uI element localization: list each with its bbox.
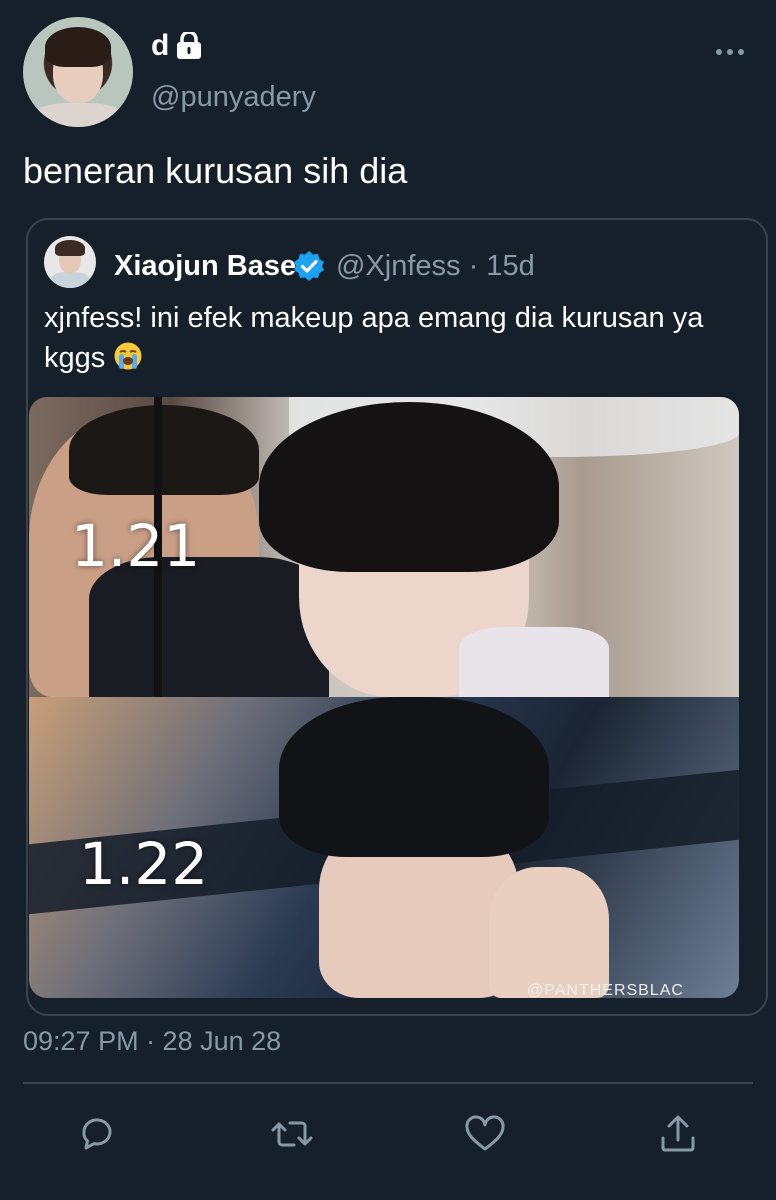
quoted-display-name[interactable]: Xiaojun Base [114,250,296,282]
author-handle[interactable]: @punyadery [151,80,316,114]
quoted-avatar-body [50,272,90,288]
divider [23,1082,753,1084]
share-icon[interactable] [656,1112,700,1156]
photo-subject-top-collar [459,627,609,697]
quoted-avatar-hair [55,240,85,256]
photo-label-bottom: 1.22 [79,830,209,898]
like-icon[interactable] [463,1112,507,1156]
photo-watermark: @PANTHERSBLAC [527,982,684,998]
author-avatar[interactable] [23,17,133,127]
quoted-author-avatar[interactable] [44,236,96,288]
retweet-icon[interactable] [270,1112,314,1156]
tweet-timestamp[interactable]: 09:27 PM · 28 Jun 28 [23,1024,281,1058]
lock-icon [177,32,201,59]
photo-subject-top-hair [259,402,559,572]
avatar-hair [45,27,111,67]
photo-person-left-hair [69,405,259,495]
author-display-name[interactable]: d [151,28,169,64]
quoted-handle-time: @Xjnfess · 15d [336,250,535,282]
quoted-media-image[interactable]: 1.21 1.22 @PANTHERSBLAC [29,397,739,998]
avatar-shirt [29,103,127,127]
verified-badge-icon [294,251,324,281]
photo-label-top: 1.21 [71,512,201,580]
more-options-icon[interactable] [714,44,746,60]
reply-icon[interactable] [75,1112,119,1156]
quoted-text: xjnfess! ini efek makeup apa emang dia k… [44,298,744,378]
loudly-crying-face-icon [114,342,142,370]
photo-beanie [279,697,549,857]
photo-hand [489,867,609,998]
tweet-text: beneran kurusan sih dia [23,150,408,191]
